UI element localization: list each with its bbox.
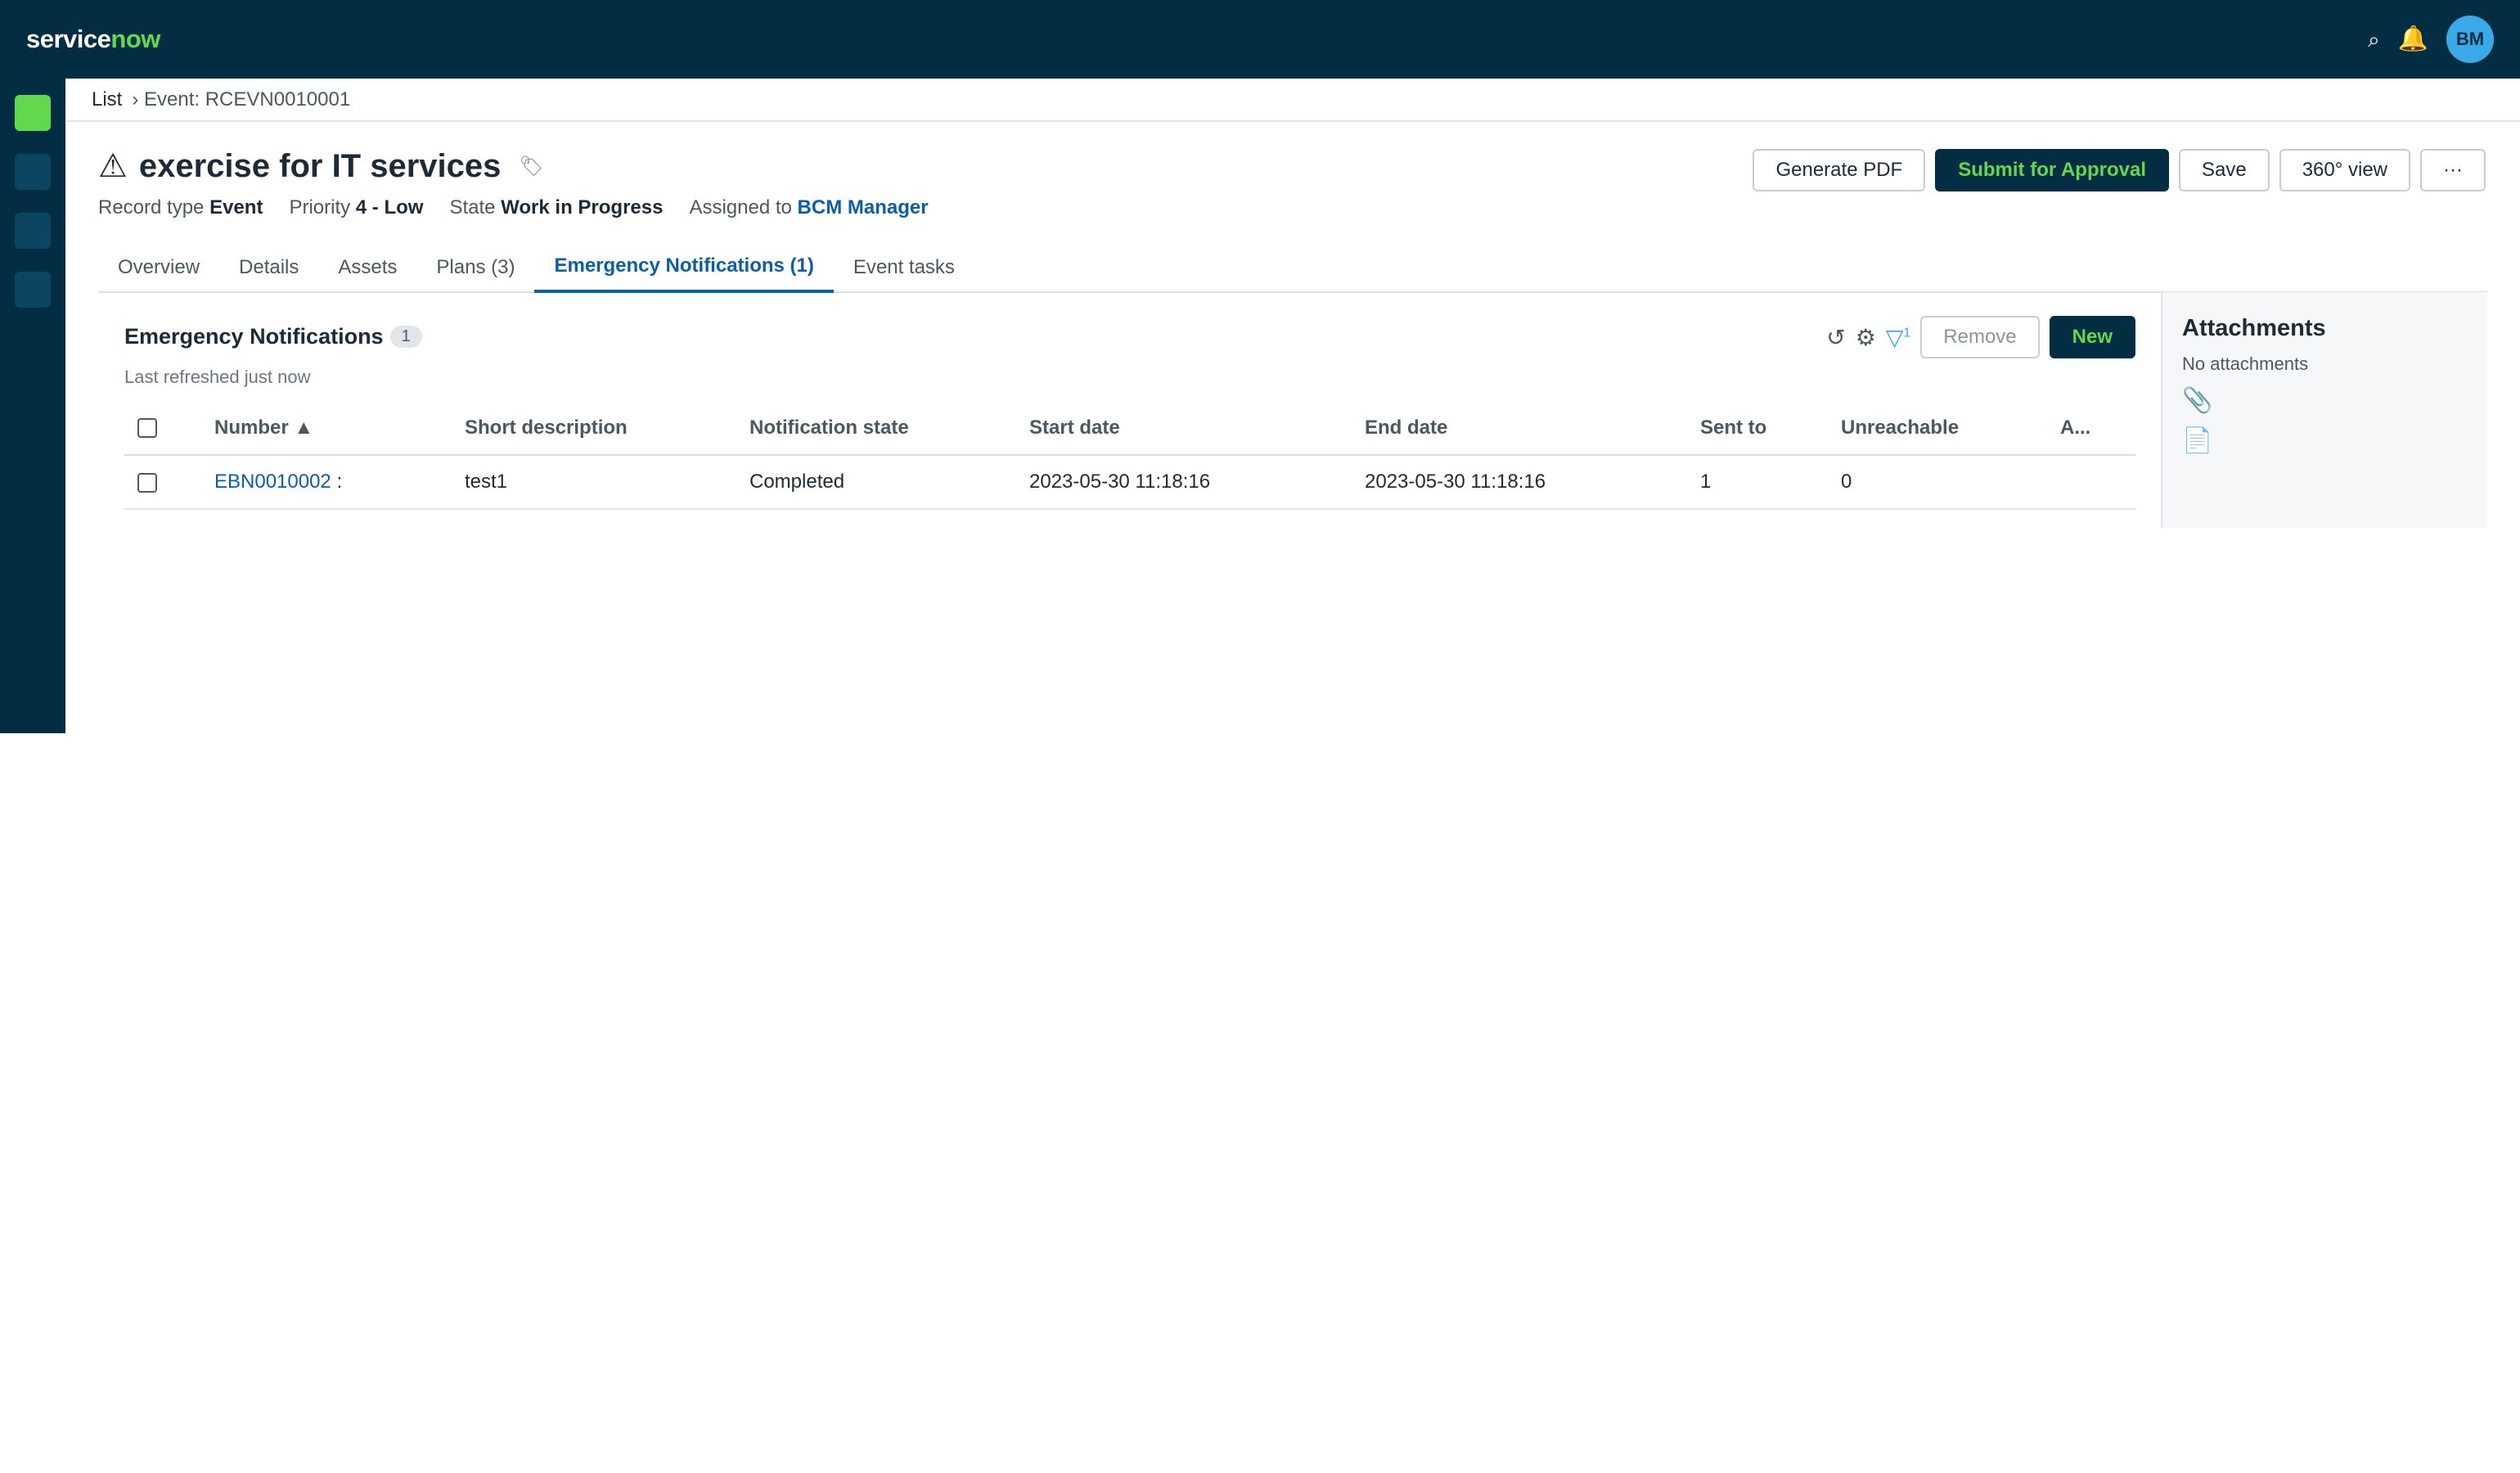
- col-notification-state[interactable]: Notification state: [749, 401, 1029, 456]
- breadcrumb: List › Event: RCEVN0010001: [65, 79, 2520, 122]
- panel-title-text: Emergency Notifications: [124, 324, 384, 349]
- attachments-title: Attachments: [2182, 315, 2326, 341]
- more-actions-button[interactable]: ···: [2420, 149, 2486, 191]
- breadcrumb-current: › Event: RCEVN0010001: [132, 88, 351, 110]
- meta-state: State Work in Progress: [449, 196, 663, 219]
- col-sent-to[interactable]: Sent to: [1700, 401, 1841, 456]
- row-select-cell: [124, 455, 214, 510]
- cell-sent-to: 1: [1700, 455, 1841, 510]
- tab-overview[interactable]: Overview: [98, 242, 219, 293]
- document-icon[interactable]: 📄: [2182, 426, 2468, 455]
- cell-number: EBN0010002 :: [214, 455, 465, 510]
- generate-pdf-button[interactable]: Generate PDF: [1753, 149, 1926, 191]
- rail-item-4[interactable]: [15, 272, 51, 308]
- header-actions: Generate PDF Submit for Approval Save 36…: [1753, 149, 2486, 191]
- last-refreshed-text: Last refreshed just now: [124, 367, 311, 387]
- panel-actions: ↺ ⚙ ▽1 Remove New: [1826, 316, 2135, 358]
- page-title: exercise for IT services: [138, 147, 502, 184]
- table-header-row: Number ▲ Short description Notification …: [124, 401, 2135, 456]
- col-a[interactable]: A...: [2060, 401, 2135, 456]
- search-icon[interactable]: ⌕: [2368, 29, 2380, 50]
- save-button[interactable]: Save: [2178, 149, 2270, 191]
- meta-priority-label: Priority: [289, 196, 351, 218]
- meta-state-value: Work in Progress: [501, 196, 664, 218]
- rail-item-3[interactable]: [15, 213, 51, 249]
- 360-view-button[interactable]: 360° view: [2279, 149, 2411, 191]
- cell-notification-state: Completed: [749, 455, 1029, 510]
- tag-icon[interactable]: 🏷: [519, 155, 543, 178]
- select-all-checkbox[interactable]: [137, 418, 157, 439]
- col-unreachable[interactable]: Unreachable: [1841, 401, 2060, 456]
- record-number-link[interactable]: EBN0010002: [214, 471, 331, 493]
- assigned-to-link[interactable]: BCM Manager: [798, 196, 929, 218]
- record-header: ⚠ exercise for IT services 🏷: [98, 147, 544, 185]
- tab-emergency-notifications[interactable]: Emergency Notifications (1): [534, 242, 834, 293]
- breadcrumb-list-link[interactable]: List: [92, 88, 122, 111]
- rail-item-home[interactable]: [15, 95, 51, 131]
- select-all-header: [124, 401, 214, 456]
- cell-short-description: test1: [465, 455, 749, 510]
- new-button[interactable]: New: [2049, 316, 2135, 358]
- filter-glyph: ▽: [1885, 324, 1904, 350]
- remove-button[interactable]: Remove: [1920, 316, 2040, 358]
- no-attachments-text: No attachments: [2182, 354, 2309, 374]
- tab-assets[interactable]: Assets: [318, 242, 416, 293]
- left-rail: [0, 79, 65, 733]
- meta-type-value: Event: [209, 196, 263, 218]
- notifications-table: Number ▲ Short description Notification …: [124, 401, 2135, 510]
- tab-event-tasks[interactable]: Event tasks: [834, 242, 974, 293]
- paperclip-icon[interactable]: 📎: [2182, 386, 2468, 415]
- row-menu[interactable]: :: [336, 471, 342, 493]
- tab-plans[interactable]: Plans (3): [416, 242, 534, 293]
- avatar[interactable]: BM: [2446, 16, 2494, 63]
- meta-priority: Priority 4 - Low: [289, 196, 423, 219]
- filter-icon[interactable]: ▽1: [1886, 324, 1910, 351]
- cell-unreachable: 0: [1841, 455, 2060, 510]
- col-end-date[interactable]: End date: [1365, 401, 1700, 456]
- meta-state-label: State: [449, 196, 496, 218]
- meta-type-label: Record type: [98, 196, 205, 218]
- rail-item-2[interactable]: [15, 154, 51, 190]
- meta-record-type: Record type Event: [98, 196, 263, 219]
- submit-for-approval-button[interactable]: Submit for Approval: [1935, 149, 2169, 191]
- meta-assigned: Assigned to BCM Manager: [689, 196, 928, 219]
- servicenow-logo[interactable]: servicenow: [26, 25, 160, 54]
- logo-text-service: service: [26, 25, 111, 53]
- top-right-controls: ⌕ 🔔 BM: [2368, 16, 2494, 63]
- col-start-date[interactable]: Start date: [1029, 401, 1365, 456]
- col-short-description[interactable]: Short description: [465, 401, 749, 456]
- settings-icon[interactable]: ⚙: [1856, 324, 1876, 351]
- record-meta: Record type Event Priority 4 - Low State…: [98, 196, 929, 219]
- attachments-panel: Attachments No attachments 📎 📄: [2161, 292, 2487, 528]
- col-number[interactable]: Number ▲: [214, 401, 465, 456]
- refresh-icon[interactable]: ↺: [1826, 324, 1845, 351]
- row-checkbox[interactable]: [137, 472, 157, 493]
- bell-icon[interactable]: 🔔: [2398, 27, 2428, 52]
- panel-title: Emergency Notifications 1: [124, 324, 422, 349]
- meta-assigned-label: Assigned to: [689, 196, 792, 218]
- tab-details[interactable]: Details: [219, 242, 318, 293]
- meta-priority-value: 4 - Low: [355, 196, 424, 218]
- cell-end-date: 2023-05-30 11:18:16: [1365, 455, 1700, 510]
- count-badge: 1: [389, 326, 422, 348]
- logo-text-now: now: [110, 25, 160, 53]
- cell-a: [2060, 455, 2135, 510]
- cell-start-date: 2023-05-30 11:18:16: [1029, 455, 1365, 510]
- warning-icon: ⚠: [98, 148, 128, 184]
- record-tabs: Overview Details Assets Plans (3) Emerge…: [98, 242, 2487, 293]
- filter-count: 1: [1903, 326, 1911, 340]
- table-row: EBN0010002 : test1 Completed 2023-05-30 …: [124, 455, 2135, 510]
- top-navigation-bar: servicenow ⌕ 🔔 BM: [0, 0, 2520, 79]
